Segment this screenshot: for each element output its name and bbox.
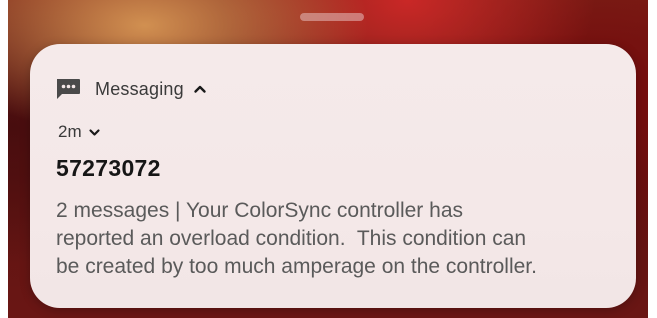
notification-shade-handle[interactable]	[300, 13, 364, 21]
message-icon	[55, 78, 81, 100]
message-body: 2 messages | Your ColorSync controller h…	[56, 199, 537, 278]
right-edge	[648, 0, 657, 318]
notification-card[interactable]: Messaging 2m 57273072 2 messages | Your …	[30, 44, 636, 308]
timestamp: 2m	[58, 122, 82, 141]
sender-title: 57273072	[56, 155, 161, 181]
chevron-down-icon[interactable]	[88, 126, 101, 139]
chevron-up-icon[interactable]	[193, 82, 207, 96]
app-name: Messaging	[95, 78, 184, 99]
timestamp-row[interactable]: 2m	[58, 122, 101, 142]
notification-header[interactable]: Messaging	[55, 77, 207, 101]
left-edge	[0, 0, 8, 318]
